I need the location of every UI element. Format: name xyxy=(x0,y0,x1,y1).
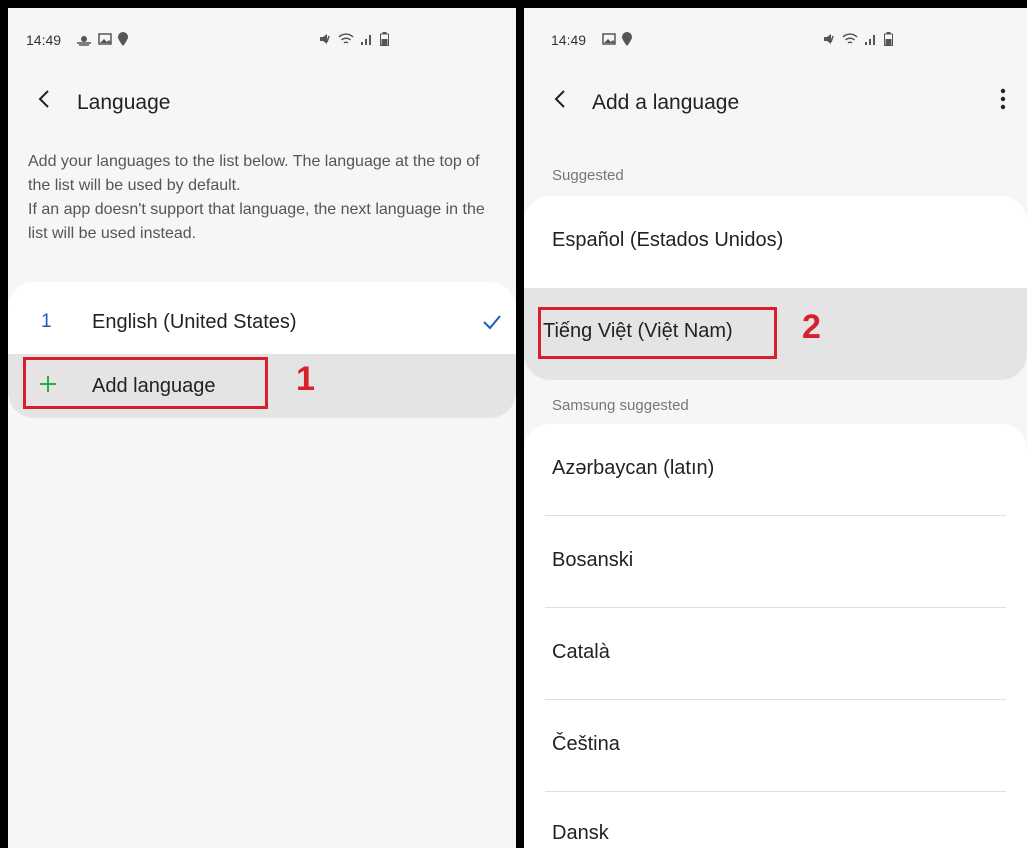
language-option-label: Bosanski xyxy=(552,549,634,571)
language-option-label: Azərbaycan (latın) xyxy=(552,457,715,479)
language-option-catala[interactable]: Català xyxy=(524,608,1027,700)
language-option-label: Dansk xyxy=(552,822,609,844)
wifi-icon xyxy=(338,32,354,49)
page-title: Add a language xyxy=(592,91,740,114)
language-index: 1 xyxy=(41,311,52,332)
status-time: 14:49 xyxy=(26,32,62,48)
language-name: English (United States) xyxy=(92,310,297,333)
mute-icon xyxy=(822,32,836,49)
battery-icon xyxy=(884,32,893,49)
language-option-label: Català xyxy=(552,641,610,663)
language-option-bosanski[interactable]: Bosanski xyxy=(524,516,1027,608)
check-icon xyxy=(483,315,501,330)
status-bar: 14:49 xyxy=(524,8,1027,68)
add-language-screen: 14:49 Add a language Suggested Español (… xyxy=(524,8,1027,848)
weather-icon xyxy=(76,32,92,49)
location-icon xyxy=(118,32,128,49)
language-option-azerbaycan[interactable]: Azərbaycan (latın) xyxy=(524,424,1027,516)
step-2-highlight xyxy=(538,307,777,359)
location-icon xyxy=(622,32,632,49)
page-title: Language xyxy=(77,91,171,114)
status-time: 14:49 xyxy=(551,32,587,48)
language-option-label: Čeština xyxy=(552,733,620,755)
language-settings-screen: 14:49 Language Add your languages to the… xyxy=(8,8,516,848)
back-icon[interactable] xyxy=(548,86,574,112)
gallery-icon xyxy=(98,33,112,48)
language-row-english[interactable]: 1 English (United States) xyxy=(8,290,516,354)
app-bar: Language xyxy=(8,68,516,130)
more-options-icon[interactable] xyxy=(993,86,1013,112)
suggested-header: Suggested xyxy=(552,167,624,184)
samsung-suggested-list: Azərbaycan (latın) Bosanski Català Češti… xyxy=(524,424,1027,848)
samsung-suggested-header: Samsung suggested xyxy=(552,397,689,414)
language-description: Add your languages to the list below. Th… xyxy=(28,153,485,242)
signal-icon xyxy=(864,32,878,49)
step-2-number: 2 xyxy=(802,308,821,346)
battery-icon xyxy=(380,32,389,49)
language-option-dansk[interactable]: Dansk xyxy=(524,792,1027,848)
step-1-highlight xyxy=(23,357,268,409)
app-bar: Add a language xyxy=(524,68,1027,130)
status-bar: 14:49 xyxy=(8,8,516,68)
wifi-icon xyxy=(842,32,858,49)
language-option-cestina[interactable]: Čeština xyxy=(524,700,1027,792)
signal-icon xyxy=(360,32,374,49)
language-option-espanol[interactable]: Español (Estados Unidos) xyxy=(524,196,1027,288)
gallery-icon xyxy=(602,33,616,48)
step-1-number: 1 xyxy=(296,360,315,398)
back-icon[interactable] xyxy=(32,86,58,112)
language-option-label: Español (Estados Unidos) xyxy=(552,229,784,251)
mute-icon xyxy=(318,32,332,49)
